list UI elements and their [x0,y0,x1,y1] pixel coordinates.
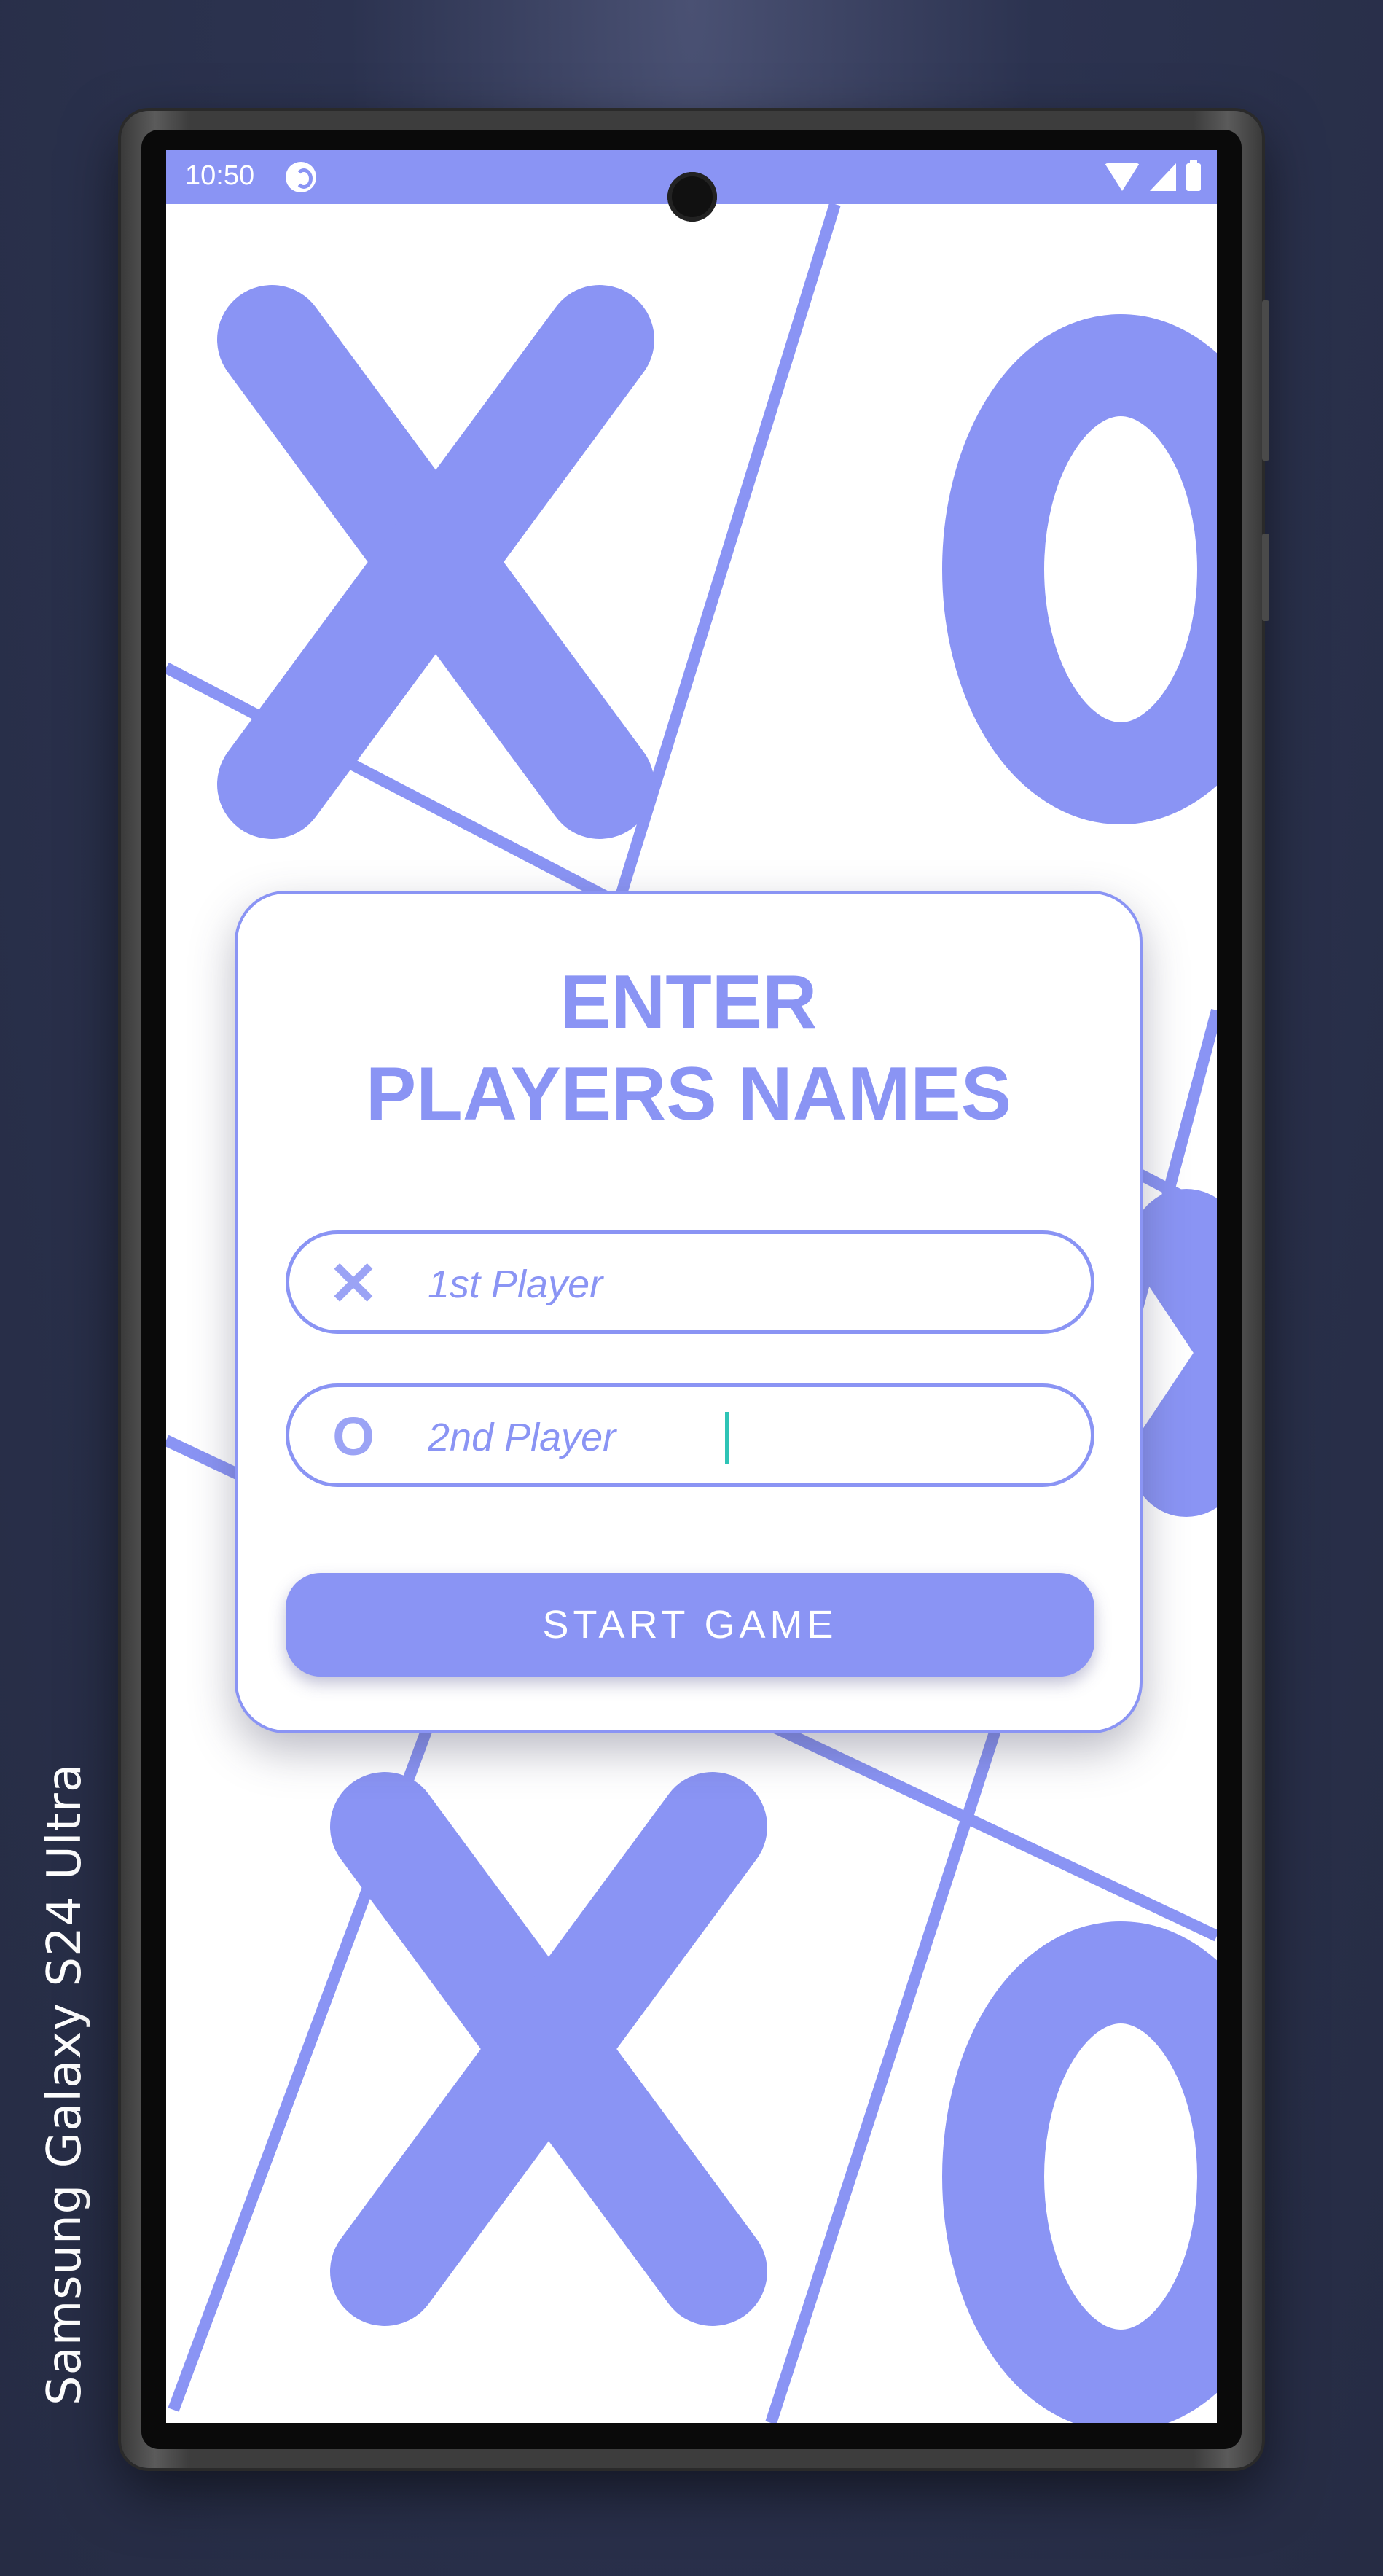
power-button [1262,534,1269,621]
o-mark-shape [942,314,1217,824]
wifi-icon [1105,163,1140,191]
signal-icon [1150,163,1176,191]
x-mark-icon: ✕ [327,1249,380,1318]
player1-field[interactable]: ✕ [286,1230,1094,1334]
player-names-dialog: ENTER PLAYERS NAMES ✕ O START GAME [235,891,1143,1733]
front-camera [667,172,717,222]
text-caret [725,1412,729,1464]
dialog-title-line2: PLAYERS NAMES [365,1052,1012,1136]
o-mark-icon: O [332,1406,375,1467]
player2-input[interactable] [426,1402,1056,1473]
app-indicator-icon [286,162,316,192]
app-screen: 10:50 ENTER PLAYERS NAMES ✕ 1st Player O… [166,150,1217,2423]
o-mark-shape [942,1921,1217,2423]
status-icons [1105,160,1201,192]
volume-button [1262,300,1269,461]
dialog-title: ENTER PLAYERS NAMES [238,956,1140,1140]
player2-field[interactable]: O [286,1383,1094,1487]
battery-icon [1186,160,1201,191]
player1-input[interactable] [426,1249,1056,1320]
status-time: 10:50 [185,160,255,191]
device-label: Samsung Galaxy S24 Ultra [38,1763,92,2405]
start-game-button[interactable]: START GAME [286,1573,1094,1677]
dialog-title-line1: ENTER [560,960,818,1045]
